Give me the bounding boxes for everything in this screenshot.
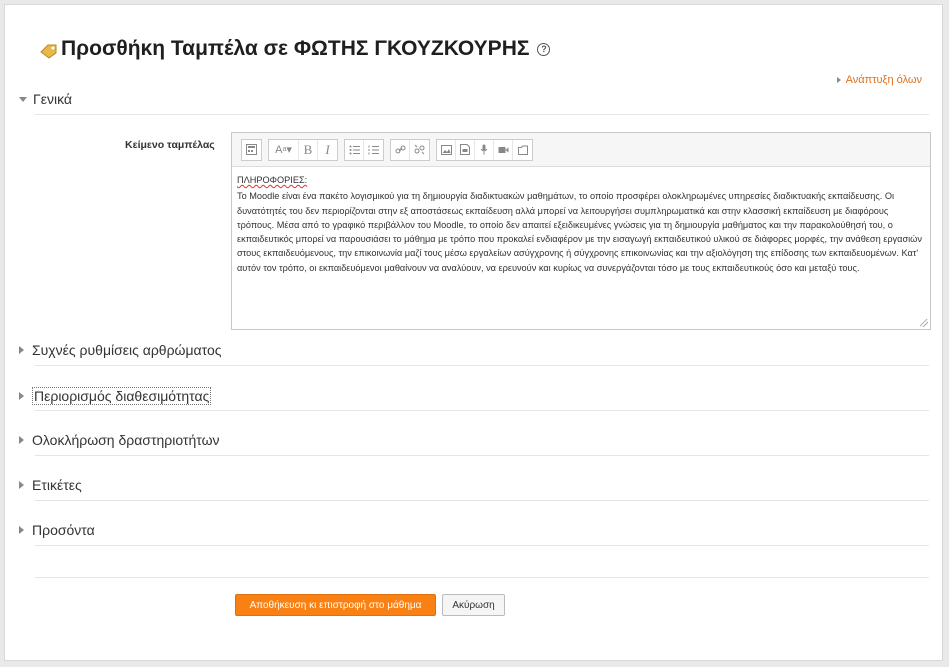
link-icon[interactable] [391, 139, 410, 160]
toolbar-group-toggle [241, 138, 262, 161]
section-restrict-access-label[interactable]: Περιορισμός διαθεσιμότητας [32, 387, 212, 405]
caret-right-icon [19, 526, 24, 534]
video-camera-icon[interactable] [494, 139, 513, 160]
section-competencies-header[interactable]: Προσόντα [19, 522, 931, 538]
unlink-icon[interactable] [410, 140, 429, 160]
question-circle-icon[interactable]: ? [537, 42, 551, 56]
bold-icon[interactable]: B [299, 139, 318, 160]
cancel-button[interactable]: Ακύρωση [442, 594, 505, 616]
divider [35, 545, 929, 546]
editor-toolbar: Aa ▾ B I [232, 133, 930, 167]
main-card: Προσθήκη Ταμπέλα σε ΦΩΤΗΣ ΓΚΟΥΖΚΟΥΡΗΣ ? … [4, 4, 943, 661]
section-completion-label[interactable]: Ολοκλήρωση δραστηριοτήτων [32, 432, 220, 448]
divider [35, 410, 929, 411]
expand-all-label[interactable]: Ανάπτυξη όλων [846, 74, 922, 86]
page-title-text: Προσθήκη Ταμπέλα σε ΦΩΤΗΣ ΓΚΟΥΖΚΟΥΡΗΣ [61, 37, 530, 60]
text-editor[interactable]: Aa ▾ B I ΠΛΗΡΟΦΟΡΙΕΣ: Το Moodle είναι έν… [231, 132, 931, 330]
toolbar-group-media [436, 138, 533, 161]
caret-down-icon [19, 96, 27, 102]
editor-heading: ΠΛΗΡΟΦΟΡΙΕΣ: [237, 175, 308, 185]
expand-all-link[interactable]: Ανάπτυξη όλων [836, 74, 922, 86]
editor-label: Κείμενο ταμπέλας [125, 139, 215, 151]
divider [35, 455, 929, 456]
microphone-icon[interactable] [475, 139, 494, 160]
font-style-icon[interactable]: Aa ▾ [269, 139, 299, 160]
section-general-header[interactable]: Γενικά [19, 91, 931, 107]
divider [35, 577, 929, 578]
divider [35, 365, 929, 366]
ordered-list-icon[interactable] [364, 140, 383, 160]
italic-icon[interactable]: I [318, 140, 337, 160]
tag-icon [39, 41, 59, 59]
toolbar-group-text: Aa ▾ B I [268, 138, 338, 161]
section-common-settings-label[interactable]: Συχνές ρυθμίσεις αρθρώματος [32, 342, 222, 358]
section-competencies-label[interactable]: Προσόντα [32, 522, 95, 538]
toolbar-group-lists [344, 138, 384, 161]
editor-body-text: Το Moodle είναι ένα πακέτο λογισμικού γι… [237, 191, 922, 273]
section-tags-header[interactable]: Ετικέτες [19, 477, 931, 493]
caret-right-icon [836, 77, 841, 83]
section-general-label[interactable]: Γενικά [33, 91, 72, 107]
manage-files-icon[interactable] [513, 140, 532, 160]
caret-right-icon [19, 481, 24, 489]
page-title: Προσθήκη Ταμπέλα σε ΦΩΤΗΣ ΓΚΟΥΖΚΟΥΡΗΣ ? [39, 37, 551, 61]
image-icon[interactable] [437, 139, 456, 160]
caret-right-icon [19, 392, 24, 400]
caret-right-icon [19, 436, 24, 444]
media-icon[interactable] [456, 139, 475, 160]
section-restrict-access-header[interactable]: Περιορισμός διαθεσιμότητας [19, 387, 931, 405]
section-common-settings-header[interactable]: Συχνές ρυθμίσεις αρθρώματος [19, 342, 931, 358]
toolbar-toggle-icon[interactable] [242, 140, 261, 160]
divider [35, 500, 929, 501]
resize-handle-icon[interactable] [920, 319, 928, 327]
toolbar-group-links [390, 138, 430, 161]
unordered-list-icon[interactable] [345, 139, 364, 160]
section-completion-header[interactable]: Ολοκλήρωση δραστηριοτήτων [19, 432, 931, 448]
section-tags-label[interactable]: Ετικέτες [32, 477, 82, 493]
save-and-return-button[interactable]: Αποθήκευση κι επιστροφή στο μάθημα [235, 594, 436, 616]
caret-right-icon [19, 346, 24, 354]
editor-content[interactable]: ΠΛΗΡΟΦΟΡΙΕΣ: Το Moodle είναι ένα πακέτο … [232, 167, 930, 275]
divider [35, 114, 929, 115]
